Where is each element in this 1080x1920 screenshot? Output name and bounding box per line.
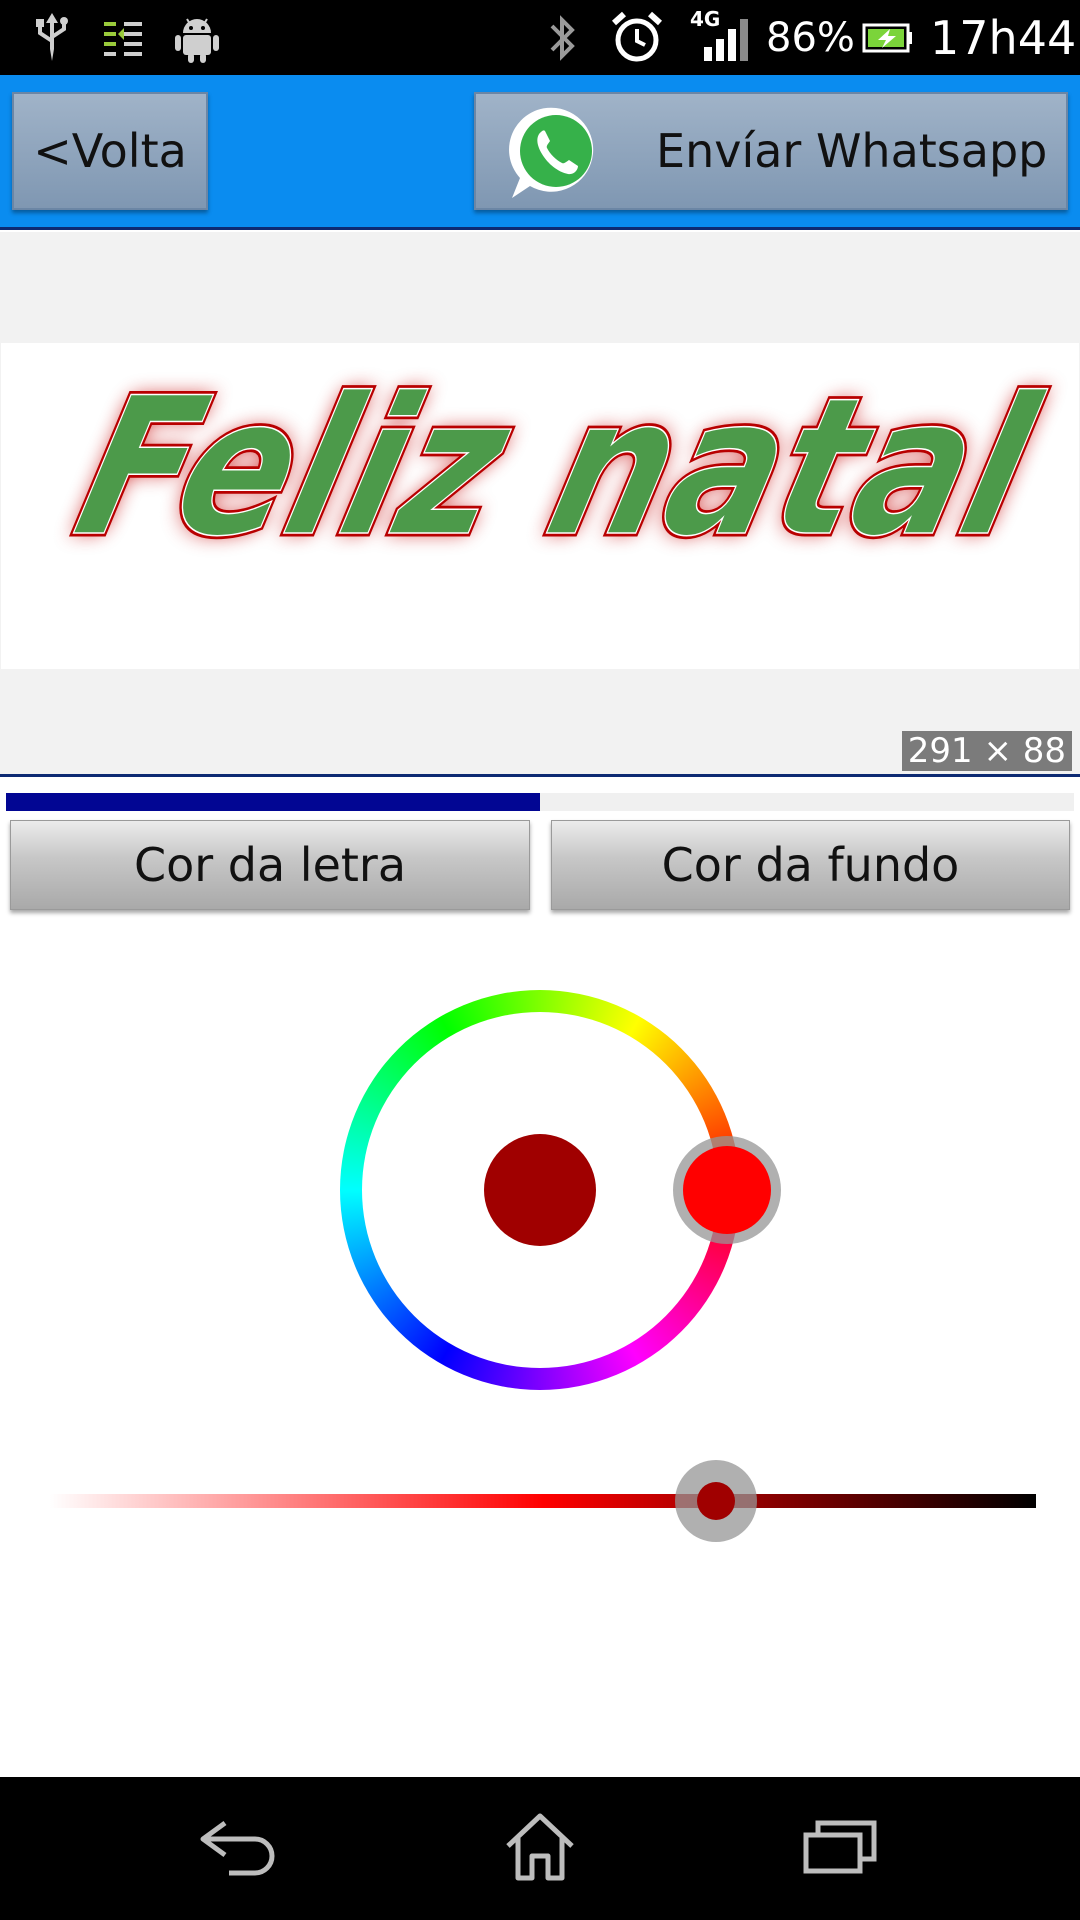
bluetooth-icon <box>533 8 593 68</box>
background-color-button-label: Cor da fundo <box>661 838 960 892</box>
back-icon[interactable] <box>180 1797 300 1897</box>
shade-slider-handle[interactable] <box>674 1460 757 1542</box>
signal-icon <box>700 8 760 68</box>
background-color-button[interactable]: Cor da fundo <box>551 820 1070 910</box>
status-bar: 4G 86% 17h44 <box>0 0 1080 75</box>
home-icon[interactable] <box>480 1797 600 1897</box>
send-whatsapp-button[interactable]: Envíar Whatsapp <box>474 92 1068 210</box>
hue-handle-dot <box>683 1146 771 1234</box>
battery-charging-icon <box>858 8 918 68</box>
usb-icon <box>22 8 82 68</box>
text-color-button-label: Cor da letra <box>133 838 407 892</box>
back-button[interactable]: <Volta <box>12 92 208 210</box>
recent-apps-icon[interactable] <box>780 1797 900 1897</box>
battery-percent: 86% <box>766 15 855 61</box>
android-icon <box>167 8 227 68</box>
image-size-badge: 291 × 88 <box>901 731 1072 771</box>
color-picker <box>320 970 781 1410</box>
whatsapp-icon <box>509 107 594 198</box>
send-whatsapp-label: Envíar Whatsapp <box>656 124 1048 178</box>
back-button-label: <Volta <box>33 124 187 178</box>
top-toolbar: <Volta Envíar Whatsapp <box>0 75 1080 230</box>
navigation-bar <box>0 1777 1080 1920</box>
data-sync-icon <box>94 8 154 68</box>
shade-slider[interactable] <box>50 1460 1036 1542</box>
selected-color-swatch[interactable] <box>484 1134 596 1246</box>
hue-handle[interactable] <box>673 1136 781 1244</box>
progress-fill <box>6 793 540 811</box>
shade-slider-track <box>50 1494 1036 1508</box>
text-color-button[interactable]: Cor da letra <box>10 820 530 910</box>
clock-time: 17h44 <box>930 11 1077 65</box>
greeting-image: Feliz natal Feliz natal Feliz natal <box>1 343 1079 669</box>
shade-slider-handle-dot <box>696 1482 735 1520</box>
progress-bar <box>6 793 1074 811</box>
preview-area: Feliz natal Feliz natal Feliz natal 291 … <box>0 232 1080 777</box>
alarm-icon <box>607 8 667 68</box>
greeting-text-highlight: Feliz natal <box>59 357 1057 579</box>
